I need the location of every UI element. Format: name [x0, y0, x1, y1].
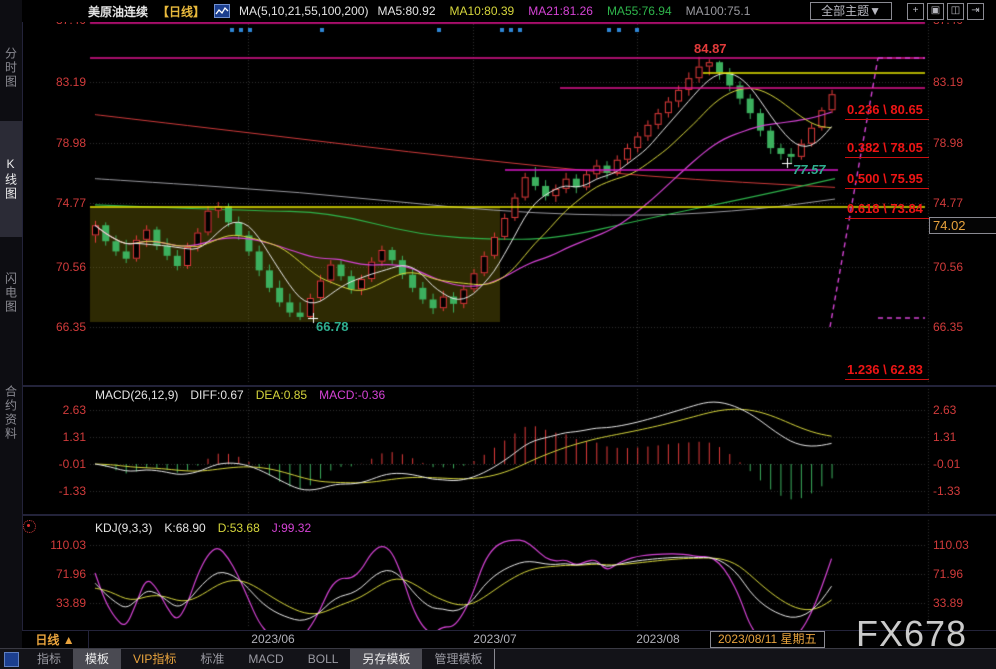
- kdj-d-value: D:53.68: [218, 521, 260, 535]
- tab-5[interactable]: MACD: [236, 649, 295, 669]
- macd-dea-value: DEA:0.85: [256, 388, 307, 402]
- current-date-box: 2023/08/11 星期五: [710, 631, 825, 648]
- price-axis-label: 33.89: [22, 596, 86, 610]
- price-axis-label: 110.03: [933, 538, 969, 552]
- kdj-j-value: J:99.32: [272, 521, 311, 535]
- indicator-panel-icon[interactable]: [4, 652, 19, 667]
- trading-app-window: 分时图 K线图闪电图合约资料 美原油连续 【日线】 MA(5,10,21,55,1…: [0, 0, 996, 669]
- left-sidebar: 分时图 K线图闪电图合约资料: [0, 0, 23, 669]
- low-annotation: 66.78: [316, 319, 349, 334]
- price-axis-label: 74.77: [933, 196, 963, 210]
- ma-params-label: MA(5,10,21,55,100,200): [239, 4, 368, 18]
- tab-7[interactable]: 另存模板: [350, 649, 422, 669]
- tab-2[interactable]: 模板: [73, 649, 121, 669]
- kline-icon: [214, 4, 230, 18]
- price-axis-label: 1.31: [933, 430, 956, 444]
- ma-value-label: MA55:76.94: [607, 4, 672, 18]
- kdj-params: KDJ(9,3,3): [95, 521, 152, 535]
- ma-value-label: MA10:80.39: [450, 4, 515, 18]
- price-axis-label: 78.98: [933, 136, 963, 150]
- fib-level-label: 1.236 \ 62.83: [845, 362, 929, 380]
- ma-value-label: MA5:80.92: [377, 4, 435, 18]
- period-tag: 【日线】: [157, 3, 205, 20]
- price-axis-label: 71.96: [22, 567, 86, 581]
- price-axis-label: 83.19: [933, 75, 963, 89]
- date-axis-label: 2023/06: [251, 632, 294, 646]
- kdj-k-value: K:68.90: [164, 521, 205, 535]
- pane-separator: [22, 514, 996, 516]
- ma-values: MA5:80.92 MA10:80.39 MA21:81.26 MA55:76.94 M…: [377, 4, 750, 18]
- tab-4[interactable]: 标准: [188, 649, 236, 669]
- fib-level-label: 0.500 \ 75.95: [845, 171, 929, 189]
- macd-diff-value: DIFF:0.67: [190, 388, 243, 402]
- macd-indicator-chart[interactable]: [0, 385, 996, 516]
- price-axis-label: 74.77: [22, 196, 86, 210]
- crosshair-icon[interactable]: +: [907, 3, 924, 20]
- ma-value-label: MA100:75.1: [686, 4, 751, 18]
- tab-6[interactable]: BOLL: [296, 649, 351, 669]
- fib-level-label: 0.236 \ 80.65: [845, 102, 929, 120]
- pane-split-icon[interactable]: ◫: [947, 3, 964, 20]
- indicator-settings-icon[interactable]: [23, 520, 36, 533]
- price-axis-label: 110.03: [22, 538, 86, 552]
- fib-level-label: 0.382 \ 78.05: [845, 140, 929, 158]
- ma-value-label: MA21:81.26: [528, 4, 593, 18]
- sidebar-item-4[interactable]: 合约资料: [0, 349, 22, 477]
- tab-3[interactable]: VIP指标: [121, 649, 188, 669]
- fib-level-label: 0.618 \ 73.84: [845, 201, 929, 219]
- theme-select-button[interactable]: 全部主题▼: [810, 2, 892, 20]
- collapse-panel-icon[interactable]: ⇥: [967, 3, 984, 20]
- price-axis-label: 71.96: [933, 567, 963, 581]
- symbol-title: 美原油连续: [88, 3, 148, 20]
- pane-separator: [22, 385, 996, 387]
- sidebar-item-2[interactable]: K线图: [0, 121, 22, 237]
- price-axis-label: 78.98: [22, 136, 86, 150]
- price-axis-label: -1.33: [22, 484, 86, 498]
- tab-bar-divider: [494, 649, 495, 669]
- price-axis-label: 66.35: [933, 320, 963, 334]
- macd-params: MACD(26,12,9): [95, 388, 178, 402]
- macd-header[interactable]: MACD(26,12,9) DIFF:0.67 DEA:0.85 MACD:-0…: [95, 388, 385, 402]
- toolbar-icons: +▣◫⇥: [907, 3, 984, 20]
- macd-value: MACD:-0.36: [319, 388, 385, 402]
- pane-grid-icon[interactable]: ▣: [927, 3, 944, 20]
- price-axis-label: 70.56: [22, 260, 86, 274]
- swing-low-annotation: 77.57: [793, 162, 826, 177]
- bottom-tab-bar: 指标模板VIP指标标准MACDBOLL另存模板管理模板: [0, 648, 996, 669]
- tab-8[interactable]: 管理模板: [422, 649, 494, 669]
- price-axis-label: 2.63: [933, 403, 956, 417]
- price-axis-label: -0.01: [933, 457, 960, 471]
- price-axis-label: 33.89: [933, 596, 963, 610]
- price-axis-label: 1.31: [22, 430, 86, 444]
- main-price-chart[interactable]: [0, 0, 996, 385]
- period-selector[interactable]: 日线 ▲: [22, 631, 89, 649]
- price-axis-label: 70.56: [933, 260, 963, 274]
- price-axis-label: -0.01: [22, 457, 86, 471]
- sidebar-item-3[interactable]: 闪电图: [0, 247, 22, 339]
- price-axis-label: 83.19: [22, 75, 86, 89]
- peak-annotation: 84.87: [694, 41, 727, 56]
- kdj-header[interactable]: KDJ(9,3,3) K:68.90 D:53.68 J:99.32: [95, 521, 311, 535]
- last-price-tag: 74.02: [929, 217, 996, 234]
- price-axis-label: 2.63: [22, 403, 86, 417]
- tab-1[interactable]: 指标: [25, 649, 73, 669]
- price-axis-label: 66.35: [22, 320, 86, 334]
- price-axis-label: -1.33: [933, 484, 960, 498]
- top-toolbar: 美原油连续 【日线】 MA(5,10,21,55,100,200) MA5:80…: [22, 0, 996, 22]
- date-axis-label: 2023/08: [636, 632, 679, 646]
- sidebar-item-1[interactable]: 分时图: [0, 25, 22, 111]
- fx678-watermark: FX678: [856, 613, 967, 655]
- date-axis-row: 日线 ▲ 2023/06 2023/07 2023/08 2023/08/11 星期…: [22, 630, 996, 649]
- date-axis-label: 2023/07: [473, 632, 516, 646]
